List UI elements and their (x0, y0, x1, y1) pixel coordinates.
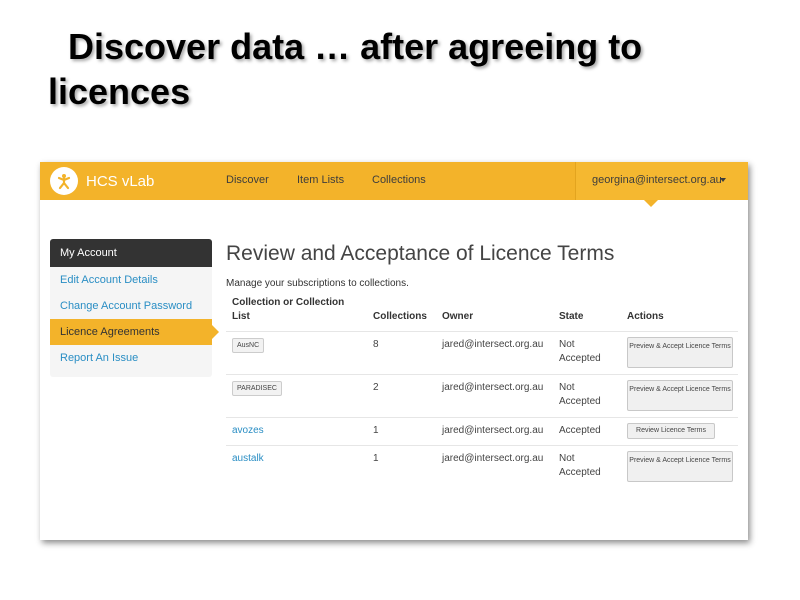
collection-link[interactable]: austalk (232, 452, 264, 466)
table-divider (226, 331, 738, 332)
licence-state: Accepted (559, 425, 601, 436)
nav-collections[interactable]: Collections (372, 174, 426, 186)
table-divider (226, 445, 738, 446)
column-header-collections: Collections (373, 311, 427, 322)
column-header-state: State (559, 311, 584, 322)
user-menu[interactable]: georgina@intersect.org.au (575, 162, 748, 200)
table-divider (226, 417, 738, 418)
sidebar-header: My Account (50, 239, 212, 267)
nav-item-lists[interactable]: Item Lists (297, 174, 344, 186)
owner-email: jared@intersect.org.au (442, 339, 544, 350)
collection-tag: PARADISEC (232, 381, 282, 396)
collections-count: 1 (373, 453, 379, 464)
slide-title: Discover data … after agreeing to licenc… (48, 26, 643, 112)
preview-accept-licence-button[interactable]: Preview & Accept Licence Terms (627, 337, 733, 368)
user-email: georgina@intersect.org.au (592, 174, 722, 186)
licence-state: Not Accepted (559, 382, 601, 407)
account-sidebar: My Account Edit Account Details Change A… (50, 239, 219, 377)
collection-link[interactable]: avozes (232, 424, 264, 438)
sidebar-item-report-issue[interactable]: Report An Issue (50, 345, 212, 371)
owner-email: jared@intersect.org.au (442, 425, 544, 436)
page-subtitle: Manage your subscriptions to collections… (226, 278, 409, 289)
brand[interactable]: HCS vLab (50, 167, 154, 195)
collections-count: 8 (373, 339, 379, 350)
sidebar-item-change-password[interactable]: Change Account Password (50, 293, 212, 319)
app-screenshot: HCS vLab Discover Item Lists Collections… (40, 162, 748, 540)
sidebar-item-edit-account[interactable]: Edit Account Details (50, 267, 212, 293)
licence-state: Not Accepted (559, 453, 601, 478)
review-licence-button[interactable]: Review Licence Terms (627, 423, 715, 439)
navbar: HCS vLab Discover Item Lists Collections… (40, 162, 748, 200)
column-header-collection: Collection or Collection List (232, 297, 345, 322)
preview-accept-licence-button[interactable]: Preview & Accept Licence Terms (627, 380, 733, 411)
licence-state: Not Accepted (559, 339, 601, 364)
owner-email: jared@intersect.org.au (442, 382, 544, 393)
hcs-logo-icon (50, 167, 78, 195)
preview-accept-licence-button[interactable]: Preview & Accept Licence Terms (627, 451, 733, 482)
page-title: Review and Acceptance of Licence Terms (226, 242, 615, 265)
owner-email: jared@intersect.org.au (442, 453, 544, 464)
nav-discover[interactable]: Discover (226, 174, 269, 186)
table-divider (226, 374, 738, 375)
sidebar-item-licence-agreements[interactable]: Licence Agreements (50, 319, 219, 345)
column-header-owner: Owner (442, 311, 474, 322)
brand-name: HCS vLab (86, 172, 155, 190)
caret-down-icon (720, 178, 726, 182)
column-header-actions: Actions (627, 311, 664, 322)
active-menu-notch (644, 200, 658, 207)
collection-tag: AusNC (232, 338, 265, 353)
collections-count: 1 (373, 425, 379, 436)
collections-count: 2 (373, 382, 379, 393)
